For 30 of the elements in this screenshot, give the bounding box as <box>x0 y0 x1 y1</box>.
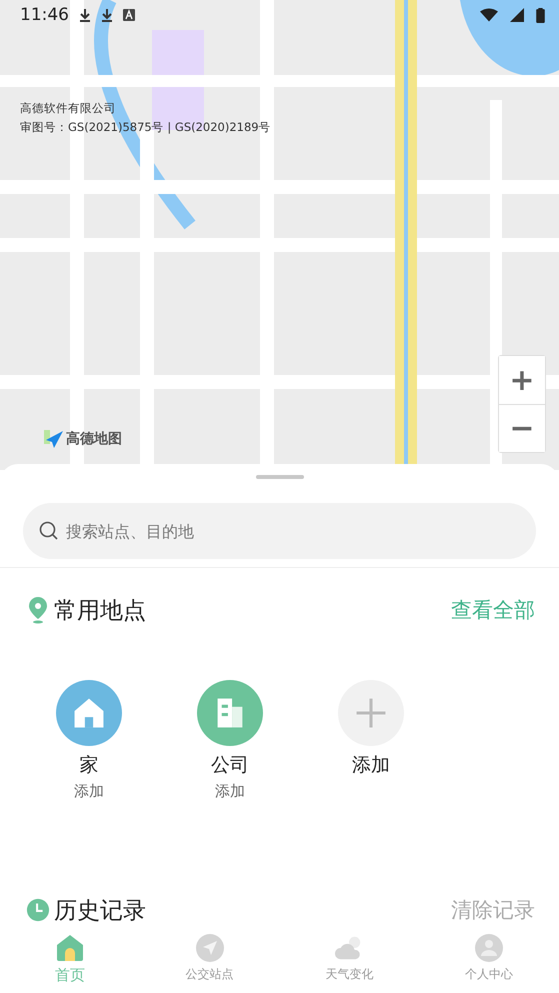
zoom-out-button[interactable]: − <box>499 404 545 452</box>
section-title: 历史记录 <box>54 896 147 926</box>
clock-icon <box>26 896 50 924</box>
house-icon <box>56 680 122 746</box>
download-icon <box>101 8 113 22</box>
wifi-icon <box>480 8 498 22</box>
drag-handle[interactable] <box>256 475 304 479</box>
section-title: 常用地点 <box>54 596 147 626</box>
paper-plane-icon <box>42 428 64 450</box>
place-label[interactable]: 公司 <box>211 752 249 778</box>
battery-icon <box>536 8 545 22</box>
home-icon <box>56 934 84 962</box>
add-icon <box>338 680 404 746</box>
download-icon <box>79 8 91 22</box>
user-icon <box>475 934 504 962</box>
map-attribution: 高德软件有限公司 <box>20 100 117 117</box>
location-pin-icon <box>26 596 50 624</box>
place-label[interactable]: 家 <box>80 752 98 778</box>
status-time: 11:46 <box>20 5 69 25</box>
view-all-link[interactable]: 查看全部 <box>451 596 535 624</box>
building-icon <box>197 680 263 746</box>
add-hint: 添加 <box>215 782 245 801</box>
keyboard-icon <box>123 8 135 22</box>
place-label[interactable]: 添加 <box>352 752 390 778</box>
add-hint: 添加 <box>74 782 104 801</box>
map-attribution: 审图号：GS(2021)5875号 | GS(2020)2189号 <box>20 119 271 136</box>
clear-history-link[interactable]: 清除记录 <box>451 896 535 924</box>
map-logo: 高德地图 <box>66 430 122 448</box>
signal-icon <box>508 8 526 22</box>
search-field[interactable]: 搜索站点、目的地 <box>23 503 536 559</box>
